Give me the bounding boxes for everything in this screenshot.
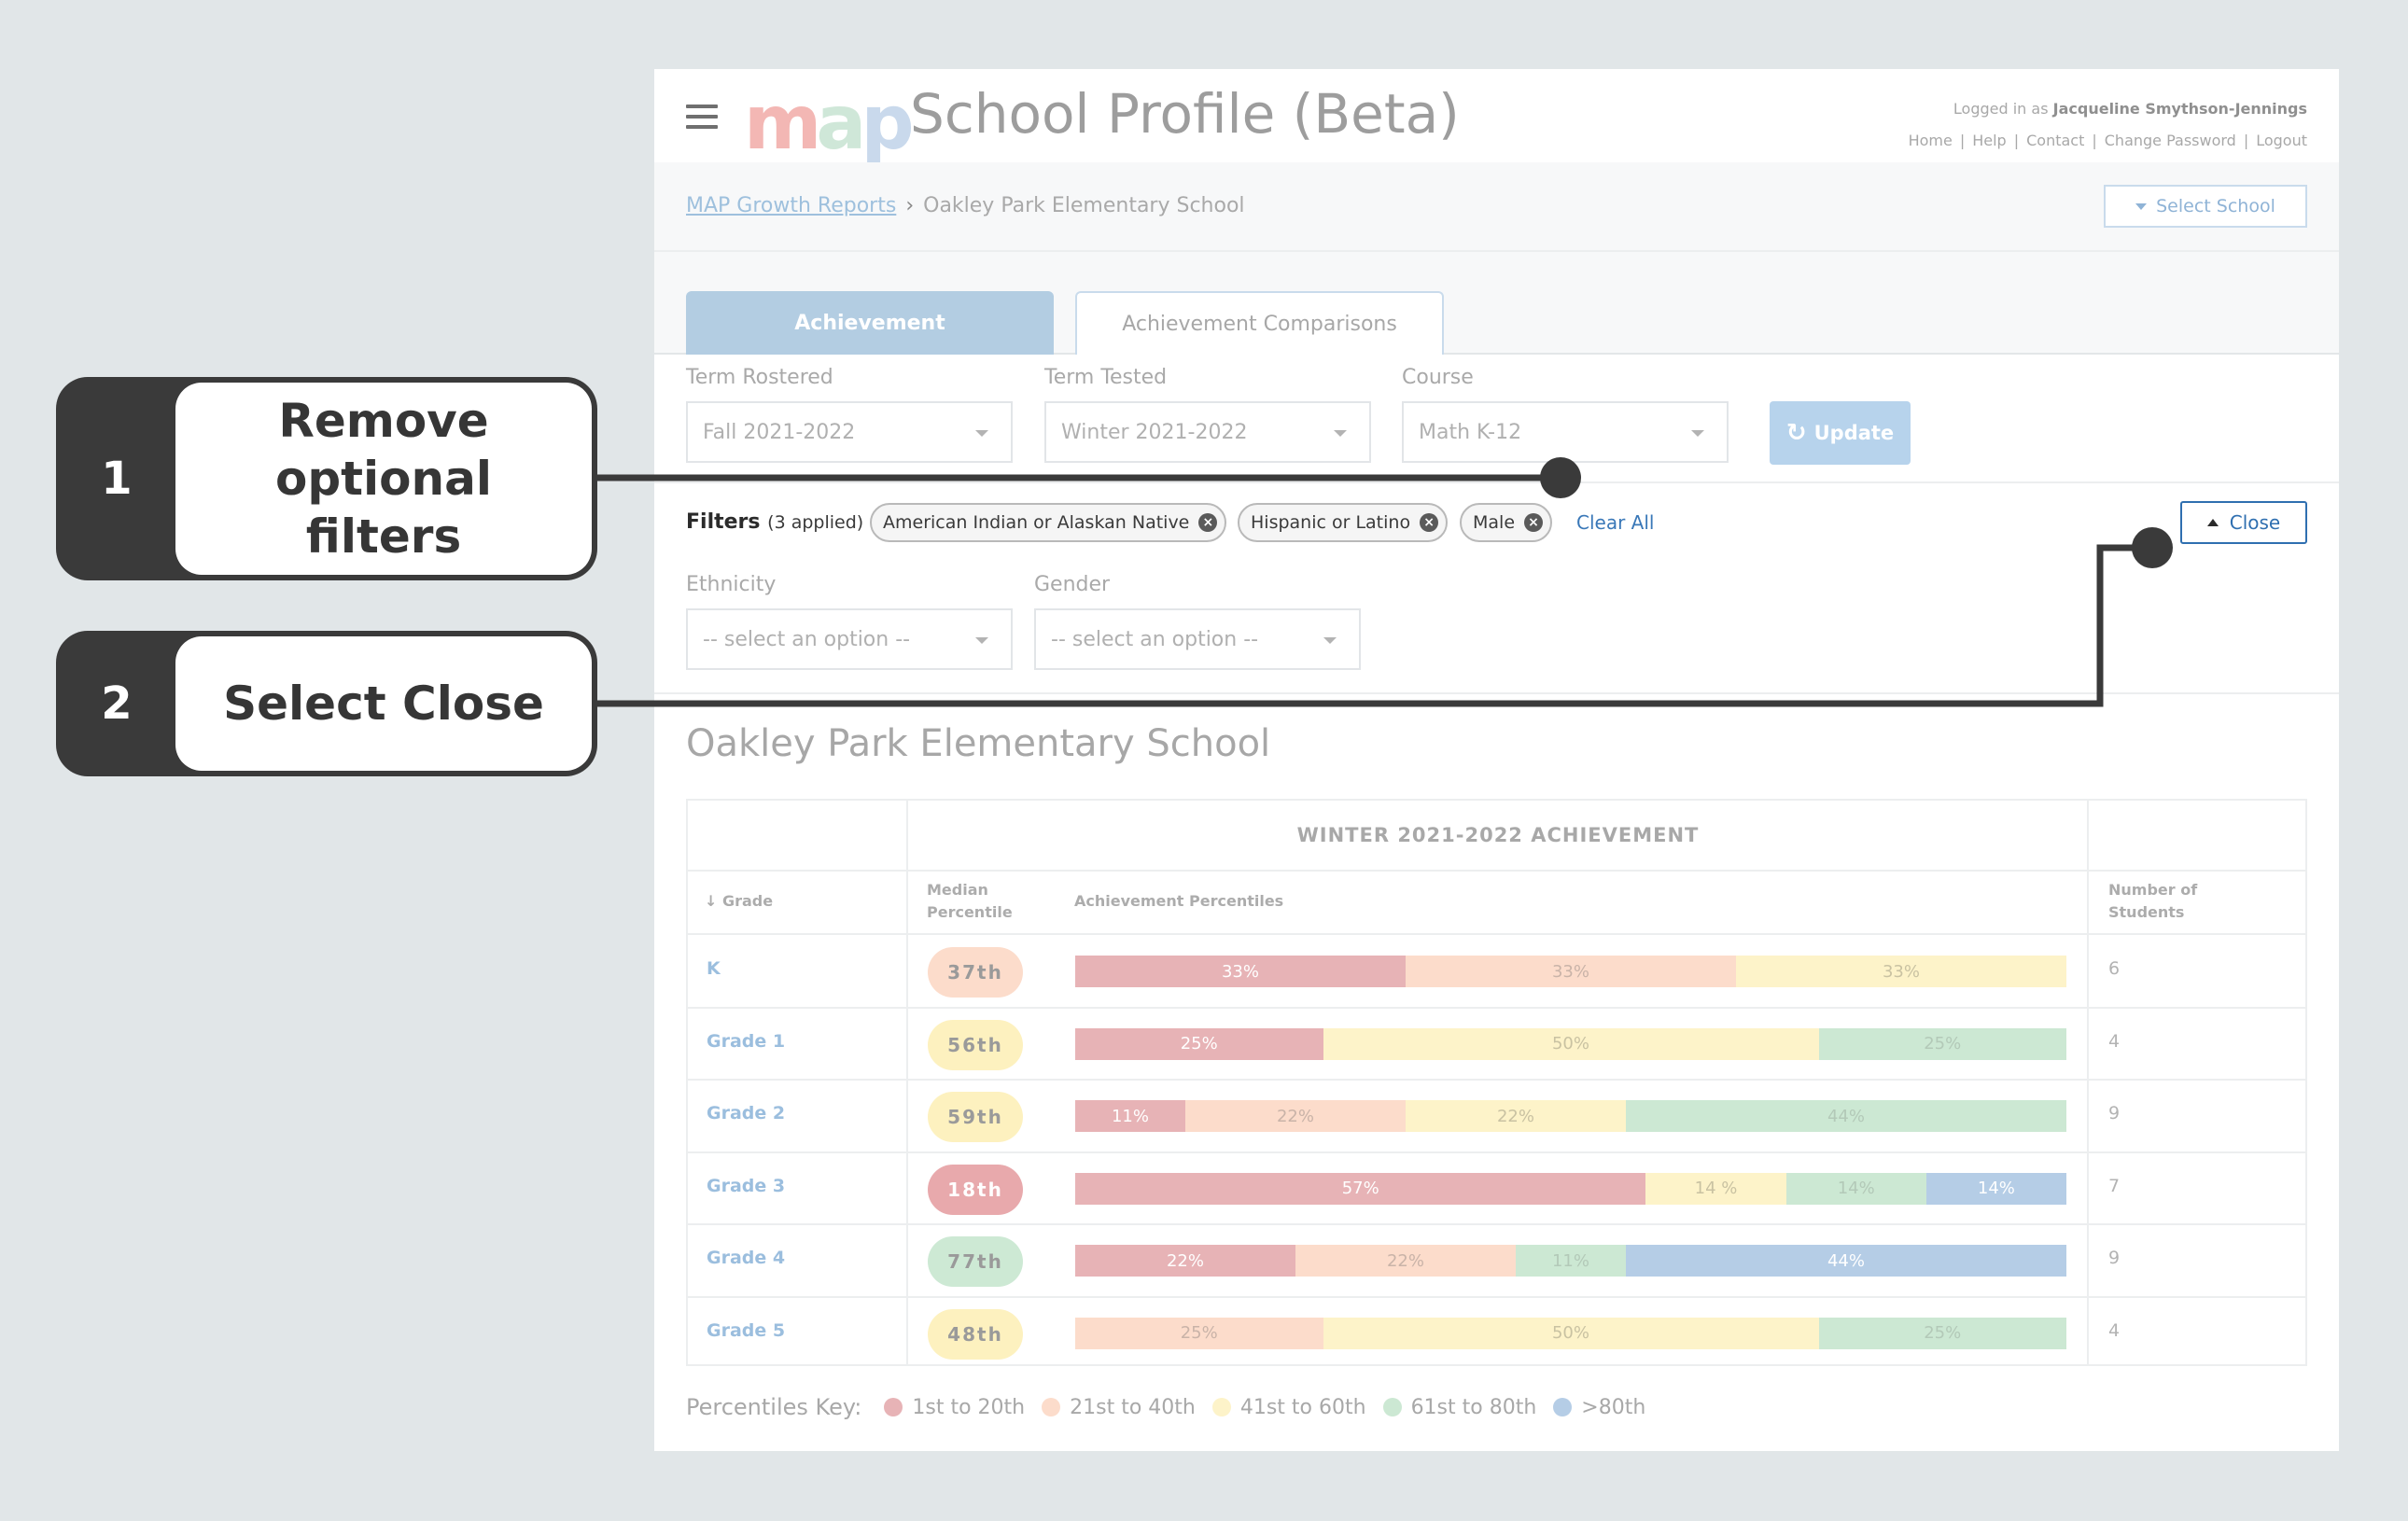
callout-step-1: 1 Remove optional filters — [56, 377, 597, 580]
connector-dot-1 — [1540, 457, 1581, 498]
connector-dot-2 — [2132, 527, 2173, 568]
callout-step-2: 2 Select Close — [56, 631, 597, 776]
callout-number: 1 — [101, 453, 133, 505]
callout-text: Remove optional filters — [175, 383, 592, 575]
callout-number: 2 — [101, 677, 133, 730]
connector-line-2 — [595, 544, 2152, 707]
callout-text: Select Close — [175, 636, 592, 771]
